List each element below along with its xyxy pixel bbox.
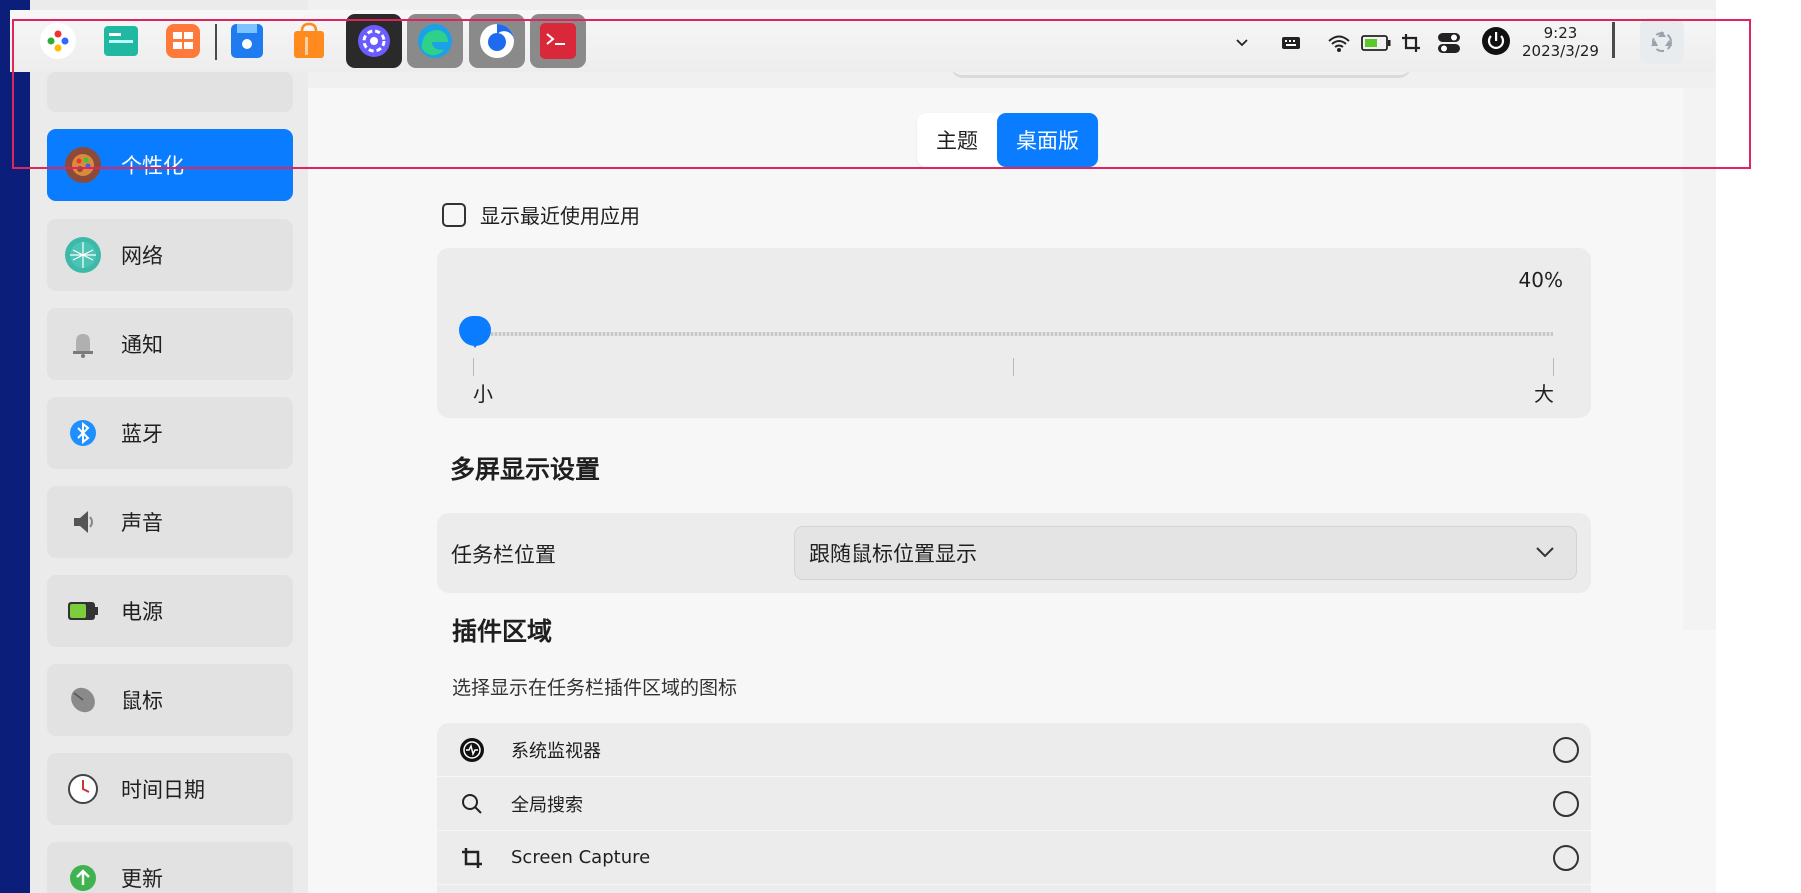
settings-sidebar: 个性化 网络 通知 蓝牙 声音 电源 鼠标 时间日期 更新: [30, 0, 308, 893]
slider-min-label: 小: [473, 382, 493, 406]
size-slider-panel: 40% 小 大: [437, 248, 1591, 418]
plugin-toggle-radio[interactable]: [1553, 844, 1579, 871]
sidebar-item-personalization[interactable]: 个性化: [47, 129, 293, 201]
wifi-icon[interactable]: [1326, 30, 1352, 56]
sidebar-item-label: 通知: [121, 333, 163, 357]
plugin-item-screen-capture[interactable]: Screen Capture: [437, 831, 1591, 885]
sidebar-item-update[interactable]: 更新: [47, 842, 293, 893]
sidebar-item-bluetooth[interactable]: 蓝牙: [47, 397, 293, 469]
crop-icon: [459, 845, 485, 871]
size-percent: 40%: [1518, 268, 1563, 292]
slider-tick: [473, 358, 474, 376]
desktop-edge: [0, 0, 30, 893]
app-store-grid-icon[interactable]: [160, 18, 206, 64]
sidebar-item-mouse[interactable]: 鼠标: [47, 664, 293, 736]
edge-browser-icon[interactable]: [407, 14, 463, 68]
power-icon[interactable]: [1480, 25, 1512, 57]
recent-apps-checkbox[interactable]: [442, 202, 466, 227]
trash-icon[interactable]: [1640, 18, 1684, 64]
sidebar-item-label: 个性化: [121, 154, 184, 178]
bell-icon: [65, 326, 101, 362]
sidebar-item-partial[interactable]: [47, 72, 293, 112]
taskbar-separator: [1612, 22, 1615, 58]
battery-status-icon[interactable]: [1360, 30, 1392, 56]
plugin-item-global-search[interactable]: 全局搜索: [437, 777, 1591, 831]
plugin-area-title: 插件区域: [452, 617, 553, 646]
sidebar-item-notification[interactable]: 通知: [47, 308, 293, 380]
sidebar-item-label: 时间日期: [121, 778, 205, 802]
mouse-icon: [65, 682, 101, 718]
plugin-area-description: 选择显示在任务栏插件区域的图标: [452, 677, 738, 699]
file-manager-icon[interactable]: [98, 18, 144, 64]
update-icon: [65, 860, 101, 893]
toggle-switches-icon[interactable]: [1436, 30, 1462, 56]
network-icon: [65, 237, 101, 273]
tab-desktop[interactable]: 桌面版: [997, 113, 1098, 167]
sidebar-item-datetime[interactable]: 时间日期: [47, 753, 293, 825]
tab-theme[interactable]: 主题: [917, 113, 997, 167]
shopping-bag-icon[interactable]: [286, 18, 332, 64]
bluetooth-icon: [65, 415, 101, 451]
tab-switcher: 主题 桌面版: [917, 113, 1098, 167]
taskbar-separator: [215, 24, 217, 60]
control-center-gear-icon[interactable]: [346, 14, 402, 68]
terminal-icon[interactable]: [530, 14, 586, 68]
window-edge-shadow: [1683, 70, 1716, 630]
clock-time: 9:23: [1543, 24, 1578, 42]
taskbar-position-row: 任务栏位置 跟随鼠标位置显示: [437, 513, 1591, 593]
plugin-toggle-radio[interactable]: [1553, 790, 1579, 817]
speaker-icon: [65, 504, 101, 540]
sidebar-item-network[interactable]: 网络: [47, 219, 293, 291]
sidebar-item-label: 声音: [121, 511, 163, 535]
plugin-item-label: 系统监视器: [511, 740, 601, 762]
battery-icon: [65, 593, 101, 629]
taskbar-position-label: 任务栏位置: [451, 543, 556, 567]
taskbar: 9:23 2023/3/29: [10, 10, 1715, 72]
taskbar-position-dropdown[interactable]: 跟随鼠标位置显示: [794, 526, 1577, 580]
system-monitor-icon: [459, 737, 485, 763]
plugin-item-partial[interactable]: [437, 885, 1591, 893]
taskbar-clock[interactable]: 9:23 2023/3/29: [1522, 24, 1599, 60]
sidebar-item-label: 电源: [121, 600, 163, 624]
sidebar-item-label: 蓝牙: [121, 422, 163, 446]
multi-screen-title: 多屏显示设置: [450, 455, 601, 484]
recent-apps-label: 显示最近使用应用: [480, 204, 640, 228]
plugin-list: 系统监视器 全局搜索 Screen Capture: [437, 723, 1591, 893]
sidebar-item-power[interactable]: 电源: [47, 575, 293, 647]
slider-max-label: 大: [1534, 382, 1554, 406]
taskbar-position-value: 跟随鼠标位置显示: [809, 542, 977, 566]
plugin-toggle-radio[interactable]: [1553, 736, 1579, 763]
recent-apps-option[interactable]: 显示最近使用应用: [442, 200, 640, 229]
plugin-item-label: Screen Capture: [511, 847, 651, 868]
palette-icon: [65, 147, 101, 183]
slider-tick: [1013, 358, 1014, 376]
slider-tick: [1553, 358, 1554, 376]
screenshot-crop-icon[interactable]: [1400, 30, 1422, 56]
plugin-item-label: 全局搜索: [511, 794, 583, 816]
plugin-item-system-monitor[interactable]: 系统监视器: [437, 723, 1591, 777]
sidebar-item-label: 网络: [121, 244, 163, 268]
sidebar-item-label: 鼠标: [121, 689, 163, 713]
size-slider-handle[interactable]: [459, 316, 491, 348]
sidebar-item-sound[interactable]: 声音: [47, 486, 293, 558]
keyboard-icon[interactable]: [1280, 30, 1302, 56]
browser-swirl-icon[interactable]: [469, 14, 525, 68]
tray-expand-chevron-icon[interactable]: [1232, 30, 1252, 56]
desktop-background: [1716, 0, 1801, 893]
clock-date: 2023/3/29: [1522, 42, 1599, 60]
deepin-store-icon[interactable]: [224, 18, 270, 64]
size-slider-track[interactable]: [475, 332, 1553, 336]
launcher-icon[interactable]: [35, 18, 81, 64]
chevron-down-icon: [1534, 541, 1556, 567]
sidebar-item-label: 更新: [121, 867, 163, 891]
clock-icon: [65, 771, 101, 807]
search-icon: [459, 791, 485, 817]
